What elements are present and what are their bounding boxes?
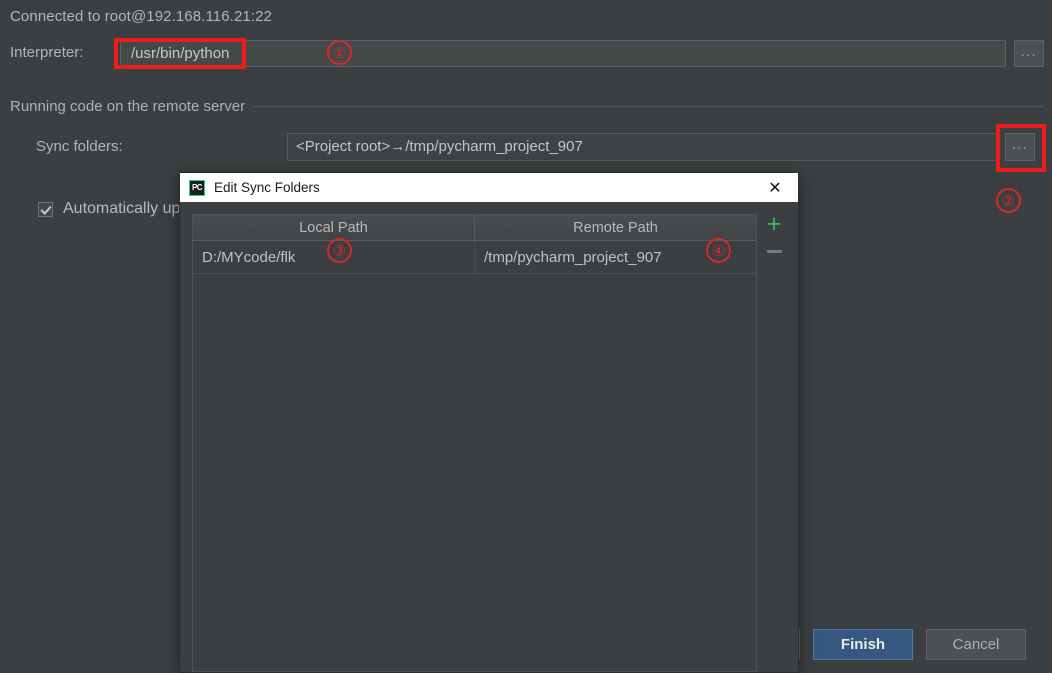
remote-server-group-title: Running code on the remote server	[10, 98, 253, 115]
annotation-marker-3: ③	[327, 238, 352, 263]
remove-row-icon[interactable]	[767, 250, 782, 253]
interpreter-input[interactable]: /usr/bin/python	[120, 40, 1006, 67]
add-row-icon[interactable]: +	[767, 214, 782, 234]
auto-upload-checkbox[interactable]	[38, 202, 53, 217]
close-icon[interactable]: ✕	[754, 173, 796, 202]
connection-status-text: Connected to root@192.168.116.21:22	[10, 8, 272, 25]
sync-folders-browse-button[interactable]: ...	[1005, 133, 1035, 161]
interpreter-label: Interpreter:	[10, 44, 83, 61]
annotation-marker-1: ①	[327, 40, 352, 65]
column-header-remote-path[interactable]: Remote Path	[474, 215, 756, 240]
sync-folders-value: <Project root>→/tmp/pycharm_project_907	[296, 138, 583, 155]
interpreter-value: /usr/bin/python	[131, 45, 229, 62]
interpreter-browse-button[interactable]: ...	[1014, 40, 1044, 67]
sync-folders-input[interactable]: <Project root>→/tmp/pycharm_project_907	[287, 133, 997, 161]
sync-folders-label: Sync folders:	[36, 138, 123, 155]
column-header-local-path[interactable]: Local Path	[193, 215, 474, 240]
table-header-row: Local Path Remote Path	[193, 215, 756, 241]
cancel-button[interactable]: Cancel	[926, 629, 1026, 660]
dialog-title: Edit Sync Folders	[214, 180, 320, 195]
table-row[interactable]: D:/MYcode/flk /tmp/pycharm_project_907	[193, 241, 756, 274]
annotation-marker-2: ②	[996, 188, 1021, 213]
dialog-titlebar[interactable]: PC Edit Sync Folders ✕	[180, 173, 798, 202]
sync-folders-table: Local Path Remote Path D:/MYcode/flk /tm…	[192, 214, 757, 672]
pycharm-icon: PC	[189, 180, 205, 196]
table-tool-buttons: +	[758, 214, 790, 253]
annotation-marker-4: ④	[706, 238, 731, 263]
pycharm-icon-text: PC	[192, 184, 202, 192]
finish-button[interactable]: Finish	[813, 629, 913, 660]
interpreter-row: Interpreter: /usr/bin/python ...	[10, 40, 1042, 68]
dialog-body: Local Path Remote Path D:/MYcode/flk /tm…	[180, 202, 798, 672]
